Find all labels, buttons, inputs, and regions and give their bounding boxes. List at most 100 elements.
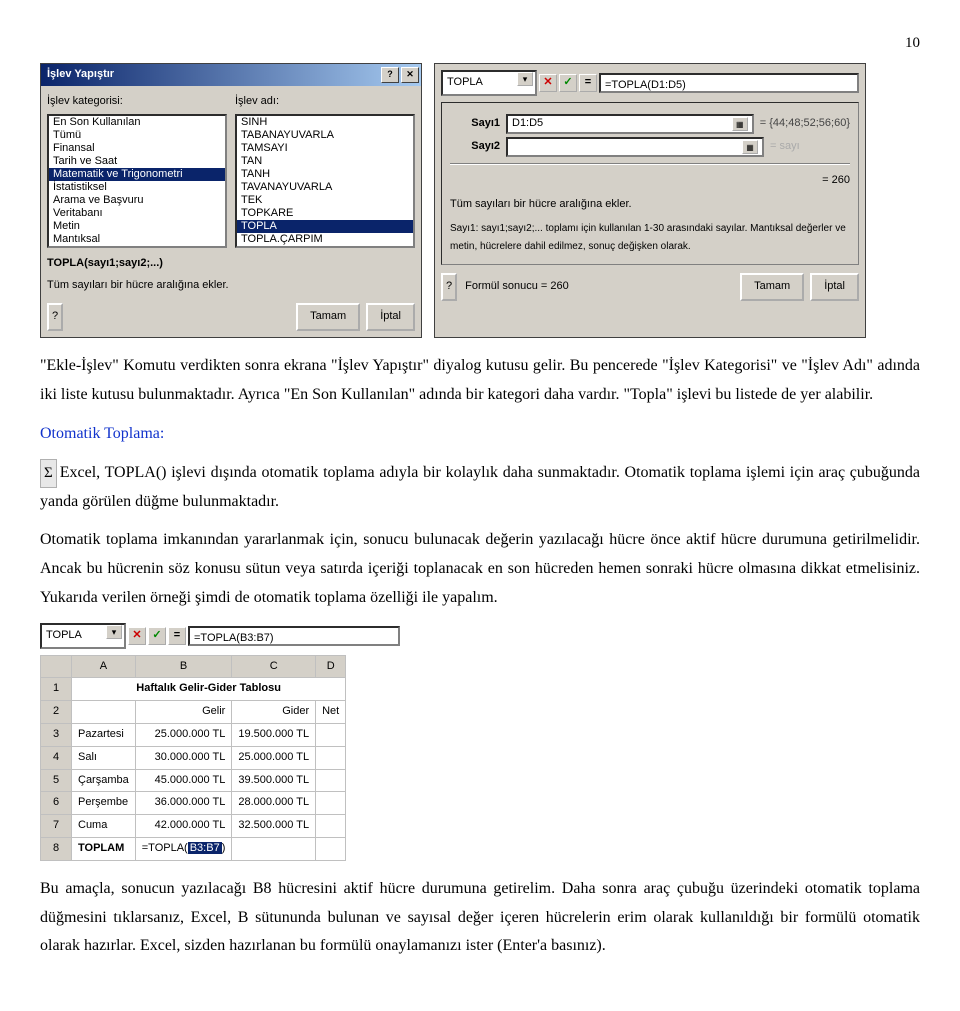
cell[interactable]: =TOPLA(B3:B7)	[135, 837, 232, 860]
arg2-input[interactable]: ▦	[506, 137, 764, 157]
range-picker-icon[interactable]: ▦	[732, 117, 748, 131]
cell[interactable]	[316, 769, 346, 792]
cell[interactable]: 30.000.000 TL	[135, 746, 232, 769]
cancel-button[interactable]: İptal	[810, 273, 859, 301]
list-item[interactable]: TOPLA.ÇARPIM	[237, 233, 413, 246]
cell[interactable]: 19.500.000 TL	[232, 723, 316, 746]
cell[interactable]: Cuma	[72, 815, 136, 838]
list-item[interactable]: Metin	[49, 220, 225, 233]
function-name-label: İşlev adı:	[235, 92, 415, 112]
help-button[interactable]: ?	[441, 273, 457, 301]
hint-line: Tüm sayıları bir hücre aralığına ekler.	[47, 276, 415, 296]
cell[interactable]	[316, 792, 346, 815]
row-header[interactable]: 5	[41, 769, 72, 792]
help-icon[interactable]: ?	[381, 67, 399, 83]
row-header[interactable]: 3	[41, 723, 72, 746]
table-row: 8TOPLAM=TOPLA(B3:B7)	[41, 837, 346, 860]
list-item[interactable]: TANH	[237, 168, 413, 181]
list-item[interactable]: İstatistiksel	[49, 181, 225, 194]
accept-formula-icon[interactable]: ✓	[148, 627, 166, 645]
dialog-screenshots: İşlev Yapıştır ? ✕ İşlev kategorisi: En …	[40, 63, 920, 338]
table-row: 1Haftalık Gelir-Gider Tablosu	[41, 678, 346, 701]
cell[interactable]: Net	[316, 701, 346, 724]
row-header[interactable]: 4	[41, 746, 72, 769]
list-item[interactable]: TOPX2AY2	[237, 246, 413, 248]
list-item[interactable]: Tarih ve Saat	[49, 155, 225, 168]
help-button[interactable]: ?	[47, 303, 63, 331]
column-header[interactable]: A	[72, 655, 136, 678]
list-item[interactable]: Tümü	[49, 129, 225, 142]
column-header[interactable]: C	[232, 655, 316, 678]
cell[interactable]: 39.500.000 TL	[232, 769, 316, 792]
list-item[interactable]: TOPKARE	[237, 207, 413, 220]
list-item[interactable]: TEK	[237, 194, 413, 207]
list-item[interactable]: TOPLA	[237, 220, 413, 233]
function-combo[interactable]: TOPLA	[441, 70, 537, 96]
cancel-button[interactable]: İptal	[366, 303, 415, 331]
row-header[interactable]: 6	[41, 792, 72, 815]
ok-button[interactable]: Tamam	[296, 303, 360, 331]
list-item[interactable]: Matematik ve Trigonometri	[49, 168, 225, 181]
row-header[interactable]: 8	[41, 837, 72, 860]
cell[interactable]: Salı	[72, 746, 136, 769]
arg1-label: Sayı1	[450, 114, 500, 134]
row-header[interactable]: 2	[41, 701, 72, 724]
function-listbox[interactable]: SINHTABANAYUVARLATAMSAYITANTANHTAVANAYUV…	[235, 114, 415, 248]
category-listbox[interactable]: En Son KullanılanTümüFinansalTarih ve Sa…	[47, 114, 227, 248]
row-header[interactable]: 1	[41, 678, 72, 701]
cell[interactable]: Çarşamba	[72, 769, 136, 792]
cell[interactable]	[72, 701, 136, 724]
cell[interactable]: 32.500.000 TL	[232, 815, 316, 838]
cell[interactable]: Pazartesi	[72, 723, 136, 746]
list-item[interactable]: TAMSAYI	[237, 142, 413, 155]
list-item[interactable]: Bilgi	[49, 246, 225, 248]
dialog-titlebar: İşlev Yapıştır ? ✕	[41, 64, 421, 86]
list-item[interactable]: Finansal	[49, 142, 225, 155]
list-item[interactable]: En Son Kullanılan	[49, 116, 225, 129]
cell[interactable]: Haftalık Gelir-Gider Tablosu	[72, 678, 346, 701]
cell[interactable]: Gelir	[135, 701, 232, 724]
list-item[interactable]: TABANAYUVARLA	[237, 129, 413, 142]
list-item[interactable]: TAN	[237, 155, 413, 168]
table-row: 4Salı30.000.000 TL25.000.000 TL	[41, 746, 346, 769]
list-item[interactable]: SINH	[237, 116, 413, 129]
mid-desc: Tüm sayıları bir hücre aralığına ekler.	[450, 195, 850, 215]
cell[interactable]: Perşembe	[72, 792, 136, 815]
table-row: 2 GelirGiderNet	[41, 701, 346, 724]
ok-button[interactable]: Tamam	[740, 273, 804, 301]
cell[interactable]: 42.000.000 TL	[135, 815, 232, 838]
cell[interactable]	[316, 746, 346, 769]
cell[interactable]: 28.000.000 TL	[232, 792, 316, 815]
column-header[interactable]: D	[316, 655, 346, 678]
close-icon[interactable]: ✕	[401, 67, 419, 83]
cell[interactable]	[232, 837, 316, 860]
cell[interactable]: 45.000.000 TL	[135, 769, 232, 792]
column-header[interactable]: B	[135, 655, 232, 678]
cancel-formula-icon[interactable]: ✕	[539, 74, 557, 92]
name-box[interactable]: TOPLA	[40, 623, 126, 649]
cell[interactable]: Gider	[232, 701, 316, 724]
cell[interactable]: 25.000.000 TL	[232, 746, 316, 769]
para-2: ΣExcel, TOPLA() işlevi dışında otomatik …	[40, 459, 920, 517]
page-number: 10	[40, 30, 920, 57]
cell[interactable]	[316, 815, 346, 838]
equals-icon[interactable]: =	[168, 627, 186, 645]
function-args-dialog: TOPLA ✕ ✓ = =TOPLA(D1:D5) Sayı1 D1:D5 ▦ …	[434, 63, 866, 338]
arg1-input[interactable]: D1:D5 ▦	[506, 114, 754, 134]
list-item[interactable]: Mantıksal	[49, 233, 225, 246]
cell[interactable]	[316, 837, 346, 860]
list-item[interactable]: Veritabanı	[49, 207, 225, 220]
list-item[interactable]: Arama ve Başvuru	[49, 194, 225, 207]
cancel-formula-icon[interactable]: ✕	[128, 627, 146, 645]
formula-input[interactable]: =TOPLA(D1:D5)	[599, 73, 859, 93]
accept-formula-icon[interactable]: ✓	[559, 74, 577, 92]
cell[interactable]	[316, 723, 346, 746]
cell[interactable]: 25.000.000 TL	[135, 723, 232, 746]
cell[interactable]: TOPLAM	[72, 837, 136, 860]
equals-icon[interactable]: =	[579, 74, 597, 92]
list-item[interactable]: TAVANAYUVARLA	[237, 181, 413, 194]
range-picker-icon[interactable]: ▦	[742, 140, 758, 154]
cell[interactable]: 36.000.000 TL	[135, 792, 232, 815]
sheet-formula-input[interactable]: =TOPLA(B3:B7)	[188, 626, 400, 646]
row-header[interactable]: 7	[41, 815, 72, 838]
